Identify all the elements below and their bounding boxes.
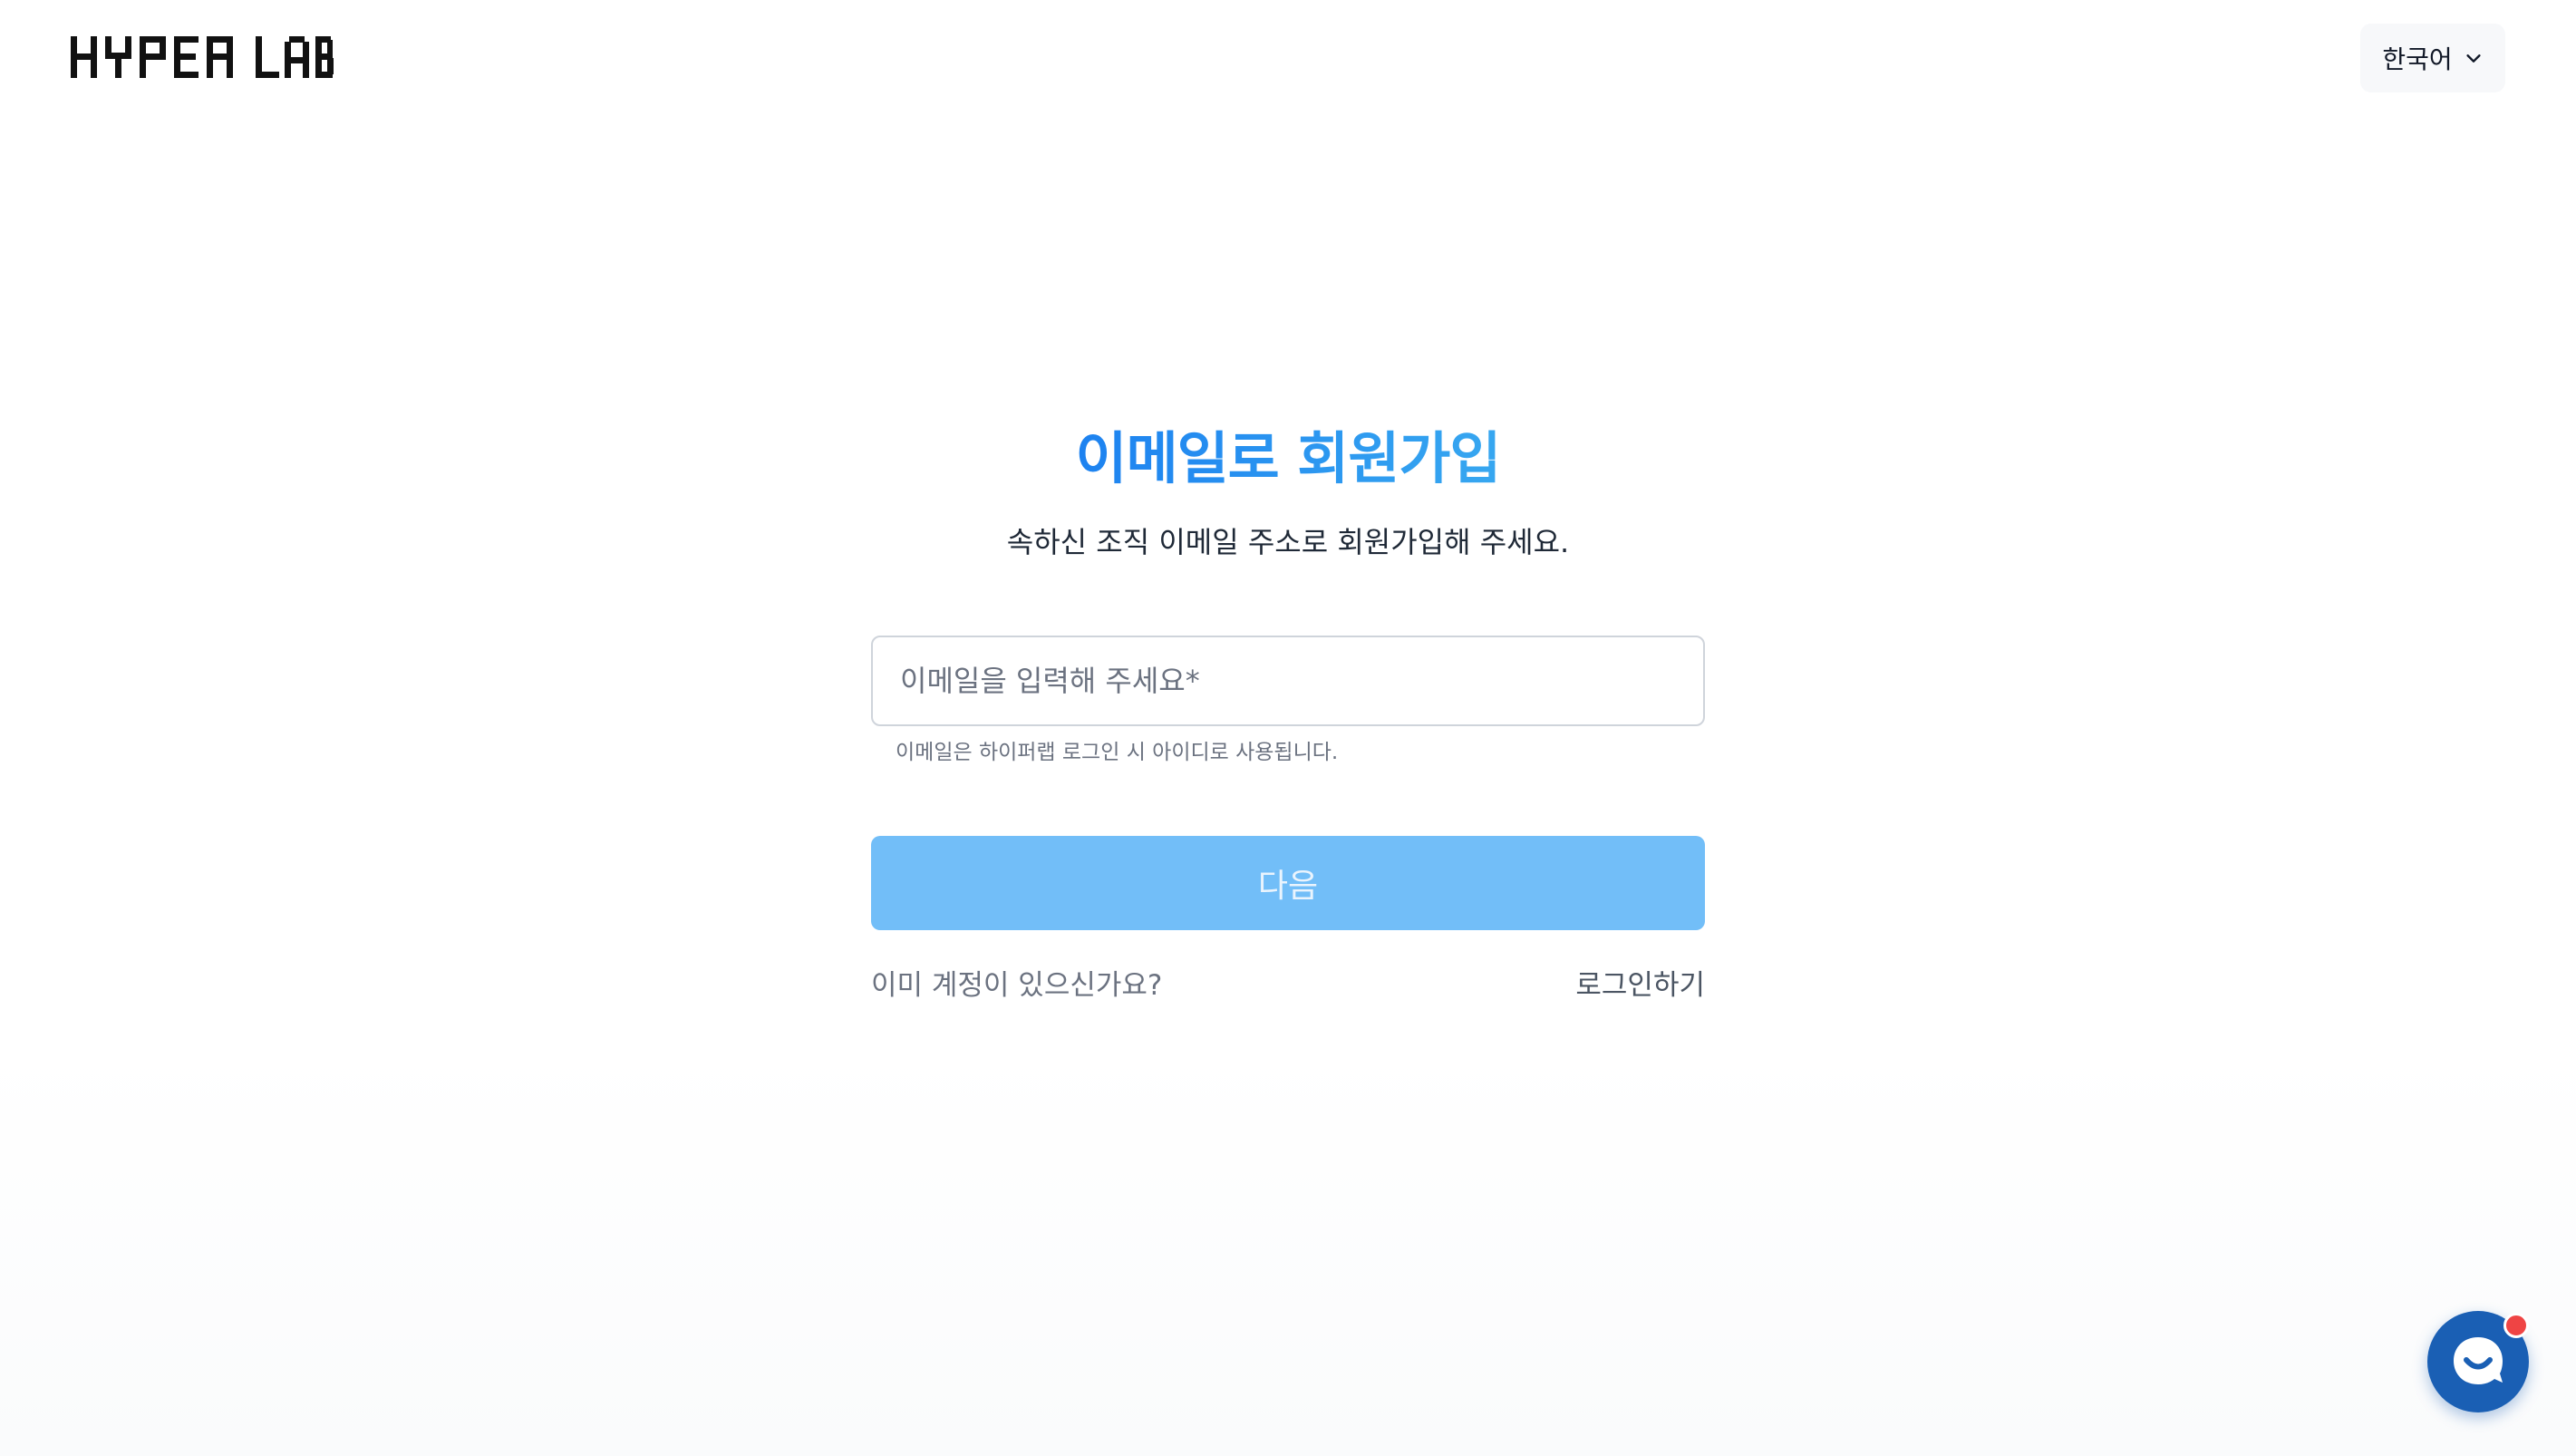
- logo[interactable]: [71, 31, 334, 83]
- email-input[interactable]: [898, 663, 1678, 699]
- chat-bubble-icon: [2454, 1337, 2503, 1384]
- language-selector[interactable]: 한국어: [2360, 24, 2505, 92]
- page-title-text: 이메일로 회원가입: [1075, 425, 1502, 491]
- email-helper-text: 이메일은 하이퍼랩 로그인 시 아이디로 사용됩니다.: [896, 741, 1339, 764]
- hyper-lab-logo: [71, 36, 334, 78]
- page-title: 이메일로 회원가입: [0, 413, 2576, 494]
- login-link[interactable]: 로그인하기: [1575, 962, 1705, 1003]
- language-label: 한국어: [2382, 44, 2453, 74]
- email-field[interactable]: [871, 636, 1705, 726]
- chevron-down-icon: [2464, 48, 2484, 68]
- already-account-text: 이미 계정이 있으신가요?: [871, 969, 1163, 1002]
- notification-dot: [2503, 1313, 2529, 1338]
- next-button[interactable]: 다음: [871, 836, 1705, 930]
- page-subtitle: 속하신 조직 이메일 주소로 회원가입해 주세요.: [1006, 525, 1570, 559]
